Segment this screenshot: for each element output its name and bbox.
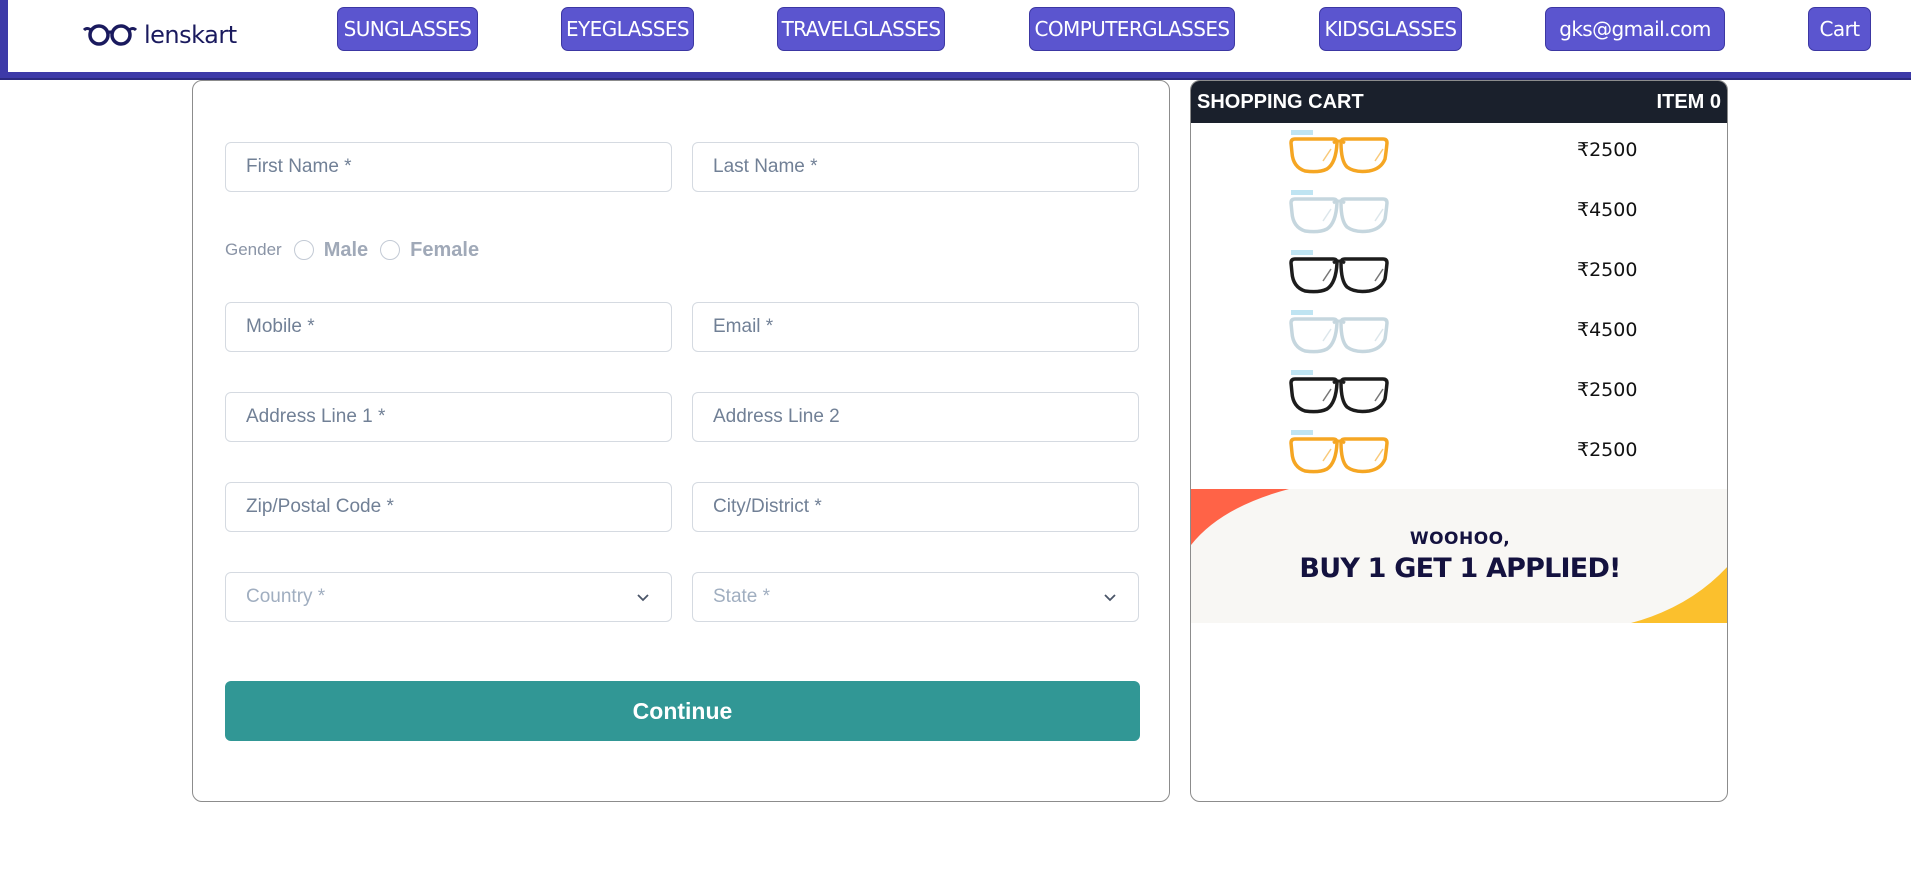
promo-line2: BUY 1 GET 1 APPLIED! bbox=[1299, 553, 1621, 584]
eyeglasses-product-image bbox=[1289, 250, 1389, 294]
state-select-value: State * bbox=[713, 586, 771, 607]
cart-item[interactable]: ₹2500 bbox=[1191, 423, 1727, 483]
shopping-cart-panel: SHOPPING CART ITEM 0 ₹2500 ₹4500 ₹2500 ₹450… bbox=[1190, 80, 1728, 802]
last-name-input[interactable] bbox=[692, 142, 1139, 192]
nav-eyeglasses[interactable]: EYEGLASSES bbox=[561, 7, 694, 51]
eyeglasses-product-image bbox=[1289, 370, 1389, 414]
state-select[interactable]: State * bbox=[692, 572, 1139, 622]
nav-computerglasses[interactable]: COMPUTERGLASSES bbox=[1029, 7, 1235, 51]
gender-female-label[interactable]: Female bbox=[410, 239, 479, 262]
cart-item[interactable]: ₹4500 bbox=[1191, 303, 1727, 363]
chevron-down-icon bbox=[637, 594, 649, 602]
continue-button[interactable]: Continue bbox=[225, 681, 1140, 741]
gender-group: Gender Male Female bbox=[225, 235, 491, 265]
cart-item[interactable]: ₹2500 bbox=[1191, 123, 1727, 183]
nav-sunglasses[interactable]: SUNGLASSES bbox=[337, 7, 478, 51]
country-select[interactable]: Country * bbox=[225, 572, 672, 622]
cart-item[interactable]: ₹4500 bbox=[1191, 183, 1727, 243]
gender-label: Gender bbox=[225, 240, 282, 259]
nav-user-email[interactable]: gks@gmail.com bbox=[1545, 7, 1725, 51]
top-navbar: lenskart SUNGLASSES EYEGLASSES TRAVELGLA… bbox=[0, 0, 1911, 78]
cart-item[interactable]: ₹2500 bbox=[1191, 243, 1727, 303]
gender-male-radio[interactable] bbox=[293, 240, 314, 260]
eyeglasses-product-image bbox=[1289, 430, 1389, 474]
promo-banner: WOOHOO, BUY 1 GET 1 APPLIED! bbox=[1191, 489, 1727, 623]
cart-item-price: ₹2500 bbox=[1577, 139, 1638, 161]
cart-item-price: ₹4500 bbox=[1577, 199, 1638, 221]
eyeglasses-product-image bbox=[1289, 130, 1389, 174]
cart-item-price: ₹2500 bbox=[1577, 259, 1638, 281]
nav-kidsglasses[interactable]: KIDSGLASSES bbox=[1319, 7, 1462, 51]
cart-item[interactable]: ₹2500 bbox=[1191, 363, 1727, 423]
cart-item-price: ₹2500 bbox=[1577, 379, 1638, 401]
chevron-down-icon bbox=[1104, 594, 1116, 602]
address-line1-input[interactable] bbox=[225, 392, 672, 442]
address-line2-input[interactable] bbox=[692, 392, 1139, 442]
cart-items-list: ₹2500 ₹4500 ₹2500 ₹4500 ₹2500 ₹2500 bbox=[1191, 123, 1727, 483]
nav-cart[interactable]: Cart bbox=[1808, 7, 1871, 51]
mobile-input[interactable] bbox=[225, 302, 672, 352]
email-input[interactable] bbox=[692, 302, 1139, 352]
cart-header: SHOPPING CART ITEM 0 bbox=[1191, 81, 1727, 123]
cart-title: SHOPPING CART bbox=[1197, 90, 1364, 113]
gender-male-label[interactable]: Male bbox=[324, 239, 368, 262]
brand-logo[interactable]: lenskart bbox=[82, 20, 237, 50]
eyeglasses-product-image bbox=[1289, 310, 1389, 354]
cart-item-price: ₹2500 bbox=[1577, 439, 1638, 461]
brand-name: lenskart bbox=[144, 21, 237, 49]
cart-item-count: ITEM 0 bbox=[1656, 90, 1721, 113]
glasses-logo-icon bbox=[82, 24, 138, 46]
country-select-value: Country * bbox=[246, 586, 326, 607]
eyeglasses-product-image bbox=[1289, 190, 1389, 234]
cart-item-price: ₹4500 bbox=[1577, 319, 1638, 341]
city-input[interactable] bbox=[692, 482, 1139, 532]
promo-line1: WOOHOO, bbox=[1409, 529, 1511, 549]
shipping-form: Gender Male Female Country * State * Con… bbox=[192, 80, 1170, 802]
zip-code-input[interactable] bbox=[225, 482, 672, 532]
nav-travelglasses[interactable]: TRAVELGLASSES bbox=[777, 7, 945, 51]
gender-female-radio[interactable] bbox=[380, 240, 401, 260]
first-name-input[interactable] bbox=[225, 142, 672, 192]
